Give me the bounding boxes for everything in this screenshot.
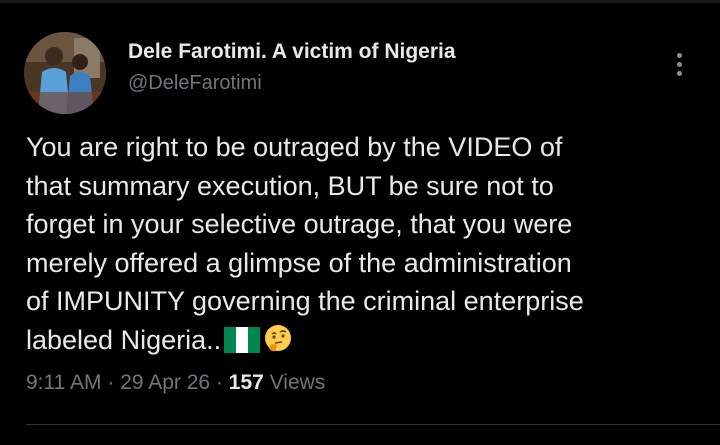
views-label: Views <box>269 371 326 394</box>
top-divider <box>0 0 720 3</box>
more-dot-icon <box>676 52 682 58</box>
tweet-text-line: that summary execution, BUT be sure not … <box>26 170 554 201</box>
tweet-date[interactable]: 29 Apr 26 <box>120 371 210 394</box>
avatar-image <box>24 32 106 114</box>
tweet-text: You are right to be outraged by the VIDE… <box>26 128 696 363</box>
nigeria-flag-icon <box>224 325 261 364</box>
avatar[interactable] <box>24 32 106 114</box>
display-name[interactable]: Dele Farotimi. A victim of Nigeria <box>128 40 456 64</box>
more-dot-icon <box>676 61 682 67</box>
more-options-button[interactable] <box>662 44 696 84</box>
user-handle[interactable]: @DeleFarotimi <box>128 72 262 95</box>
tweet-text-line: merely offered a glimpse of the administ… <box>26 247 572 278</box>
views-count[interactable]: 157 <box>229 371 264 394</box>
tweet-text-line: of IMPUNITY governing the criminal enter… <box>26 286 584 316</box>
tweet-last-line: labeled Nigeria.. <box>26 321 696 364</box>
tweet-text-line: forget in your selective outrage, that y… <box>26 209 573 239</box>
tweet-text-line: labeled Nigeria.. <box>26 324 222 355</box>
tweet-meta: 9:11 AM · 29 Apr 26 · 157 Views <box>26 371 325 395</box>
tweet-text-line: You are right to be outraged by the VIDE… <box>26 132 563 162</box>
meta-separator: · <box>215 371 223 394</box>
meta-separator: · <box>107 371 115 394</box>
thinking-face-icon <box>263 323 293 364</box>
tweet-time[interactable]: 9:11 AM <box>26 371 102 394</box>
bottom-divider <box>26 424 720 425</box>
more-dot-icon <box>676 70 682 76</box>
